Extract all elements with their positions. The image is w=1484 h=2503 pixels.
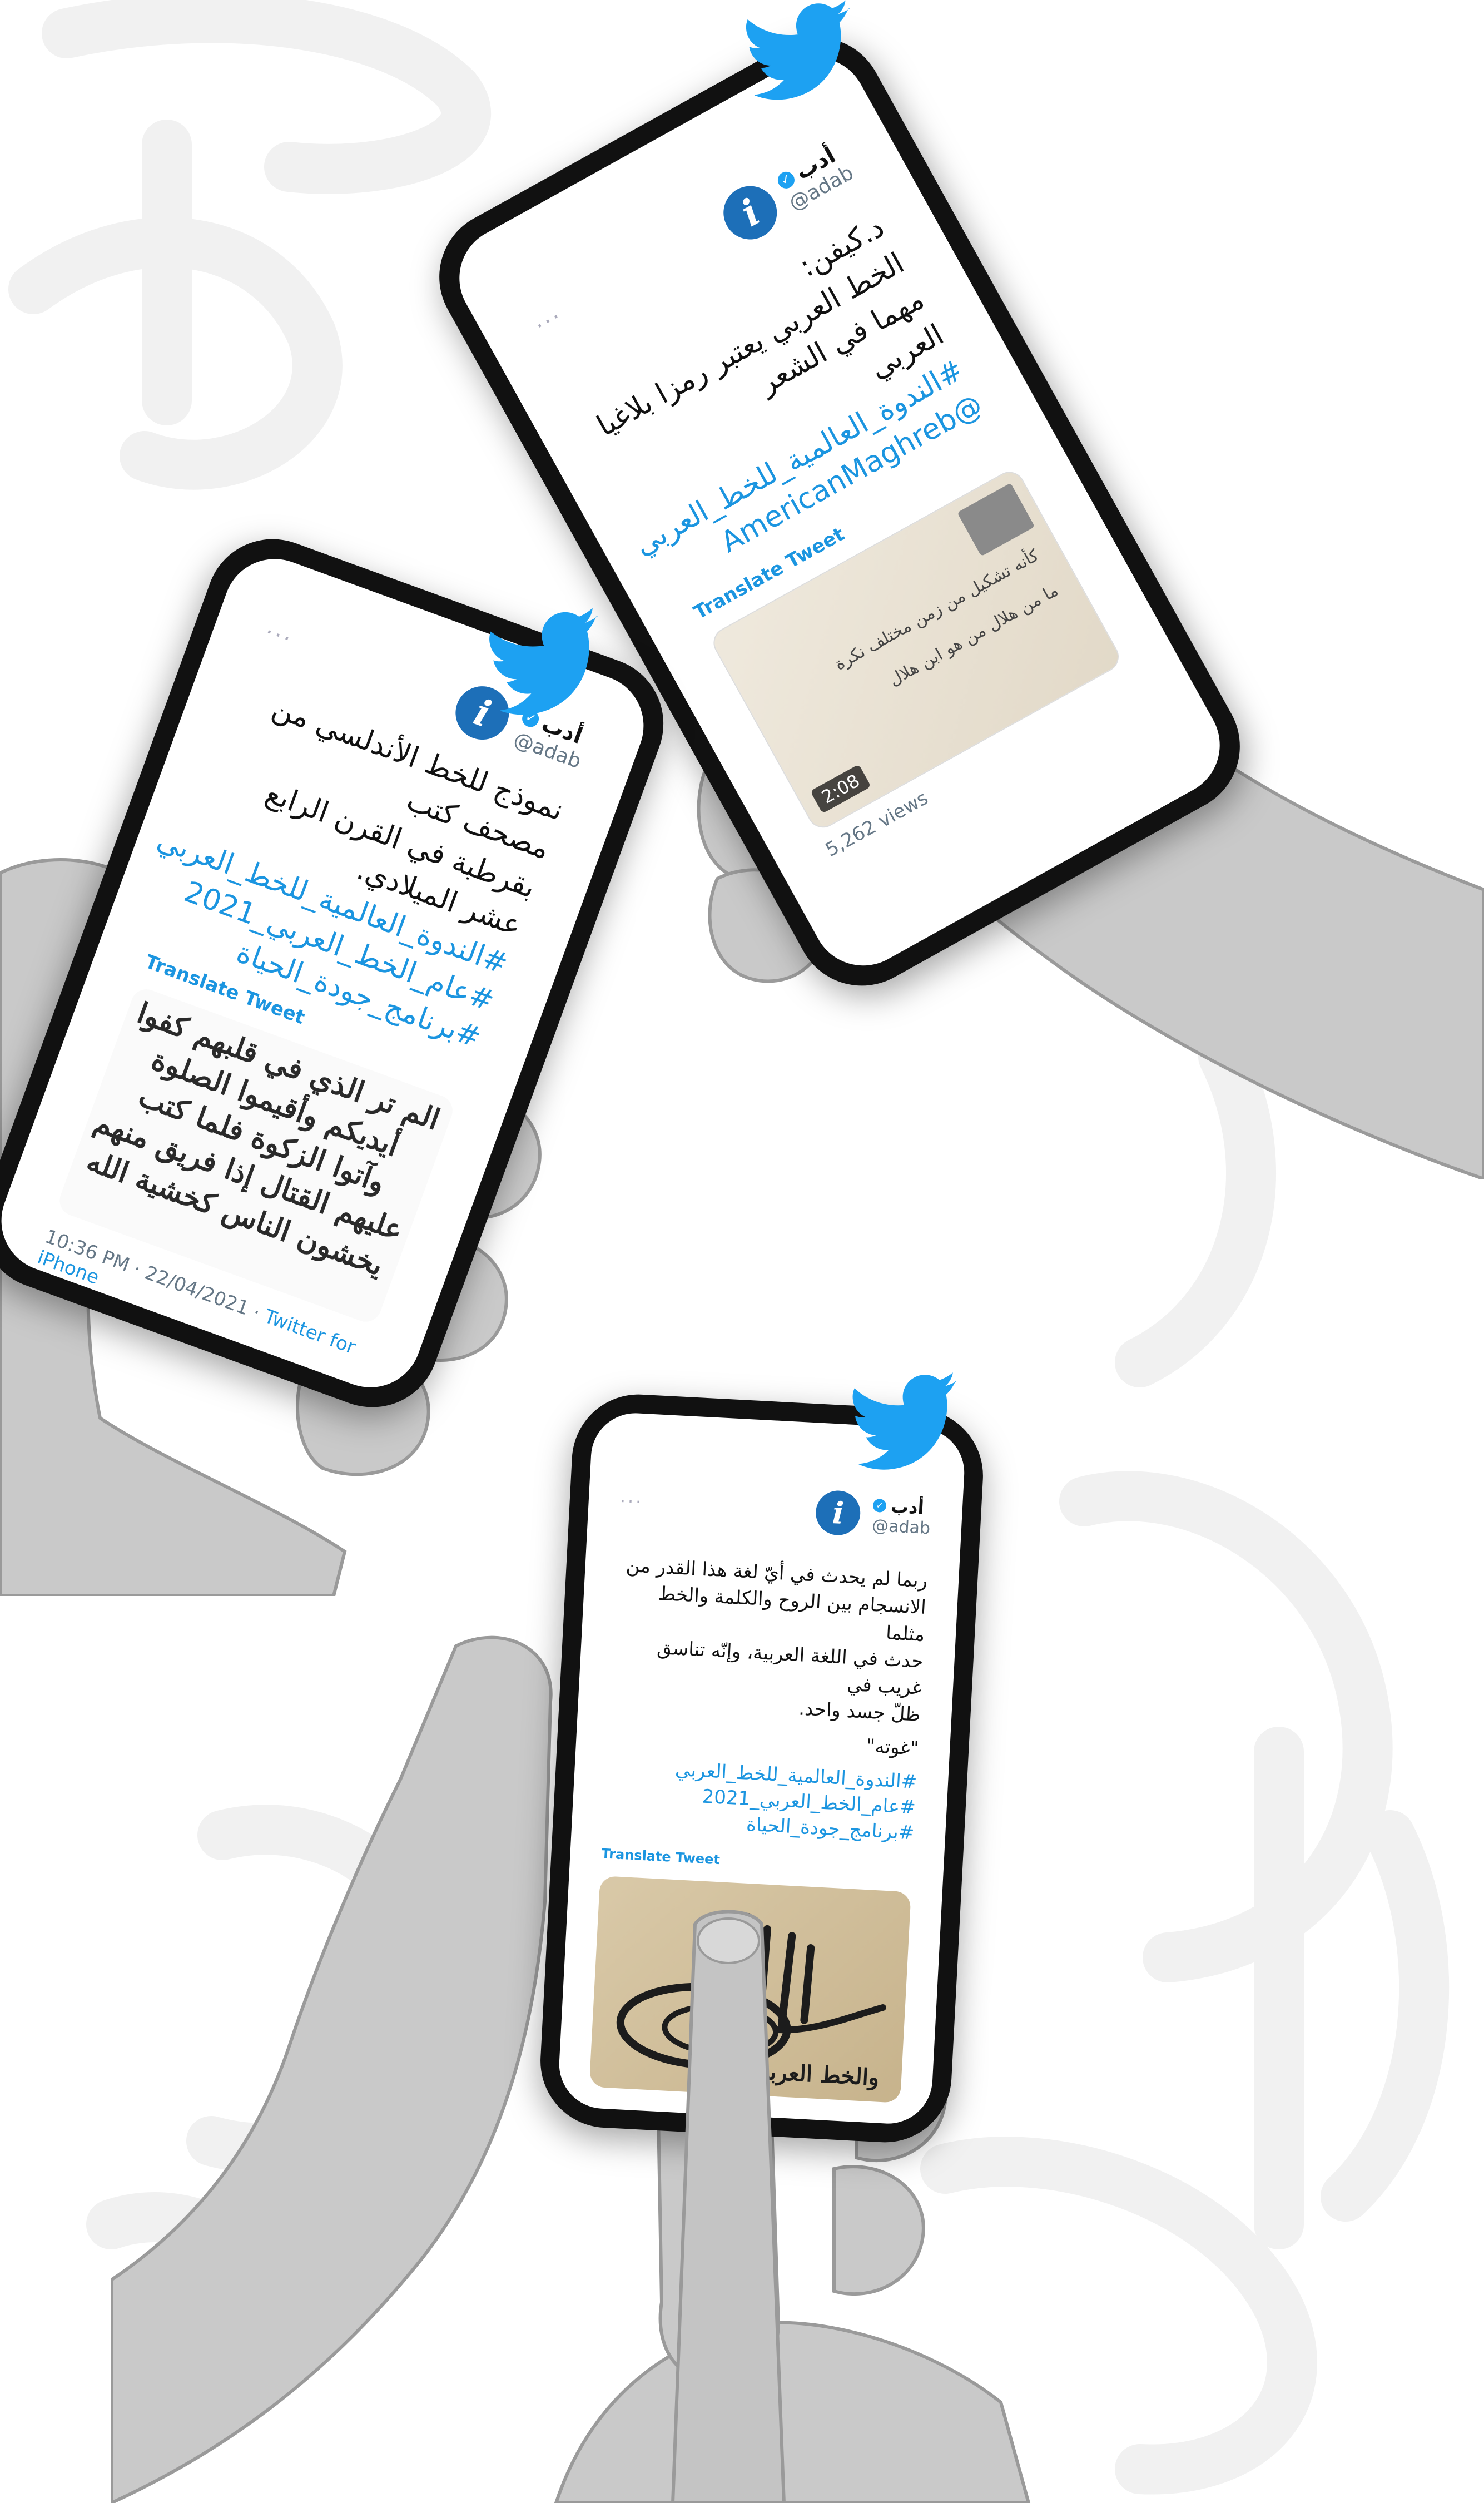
handle: @adab: [871, 1515, 931, 1538]
tweet-text: ربما لم يحدث في أيّ لغة هذا القدر من الا…: [607, 1552, 929, 1762]
verified-icon: ✓: [872, 1498, 887, 1513]
more-icon[interactable]: ···: [619, 1490, 644, 1513]
video-duration: 2:08: [810, 764, 871, 814]
tweet-header: أدب ✓ @adab i: [619, 1479, 932, 1540]
avatar[interactable]: i: [714, 176, 787, 249]
twitter-bird-icon: [746, 0, 851, 100]
display-name: أدب: [890, 1495, 925, 1519]
tweet-author[interactable]: أدب ✓ @adab: [871, 1494, 932, 1538]
avatar[interactable]: i: [815, 1489, 862, 1537]
video-caption: كأنه تشكيل من زمن مختلف نكرة ما من هلال …: [831, 546, 1061, 690]
tweet-author[interactable]: أدب ✓ @adab: [773, 138, 857, 215]
pointing-finger-illustration: [671, 1910, 786, 2503]
twitter-bird-icon: [852, 1372, 957, 1470]
verified-icon: ✓: [775, 168, 798, 191]
translate-tweet-link[interactable]: Translate Tweet: [601, 1846, 913, 1877]
